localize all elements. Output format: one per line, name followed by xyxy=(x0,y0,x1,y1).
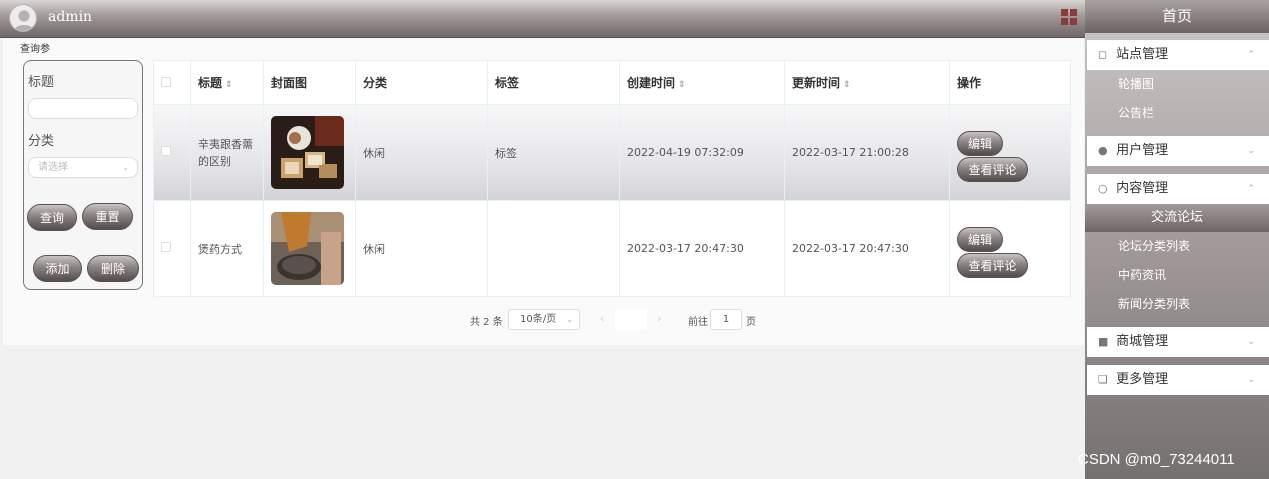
page-size-value: 10条/页 xyxy=(520,314,557,325)
watermark: CSDN @m0_73244011 xyxy=(1078,451,1235,468)
sidebar-group-more[interactable]: ❑ 更多管理 ⌄ xyxy=(1087,365,1269,395)
user-icon: ● xyxy=(1098,144,1108,157)
view-comments-button[interactable]: 查看评论 xyxy=(957,252,1028,278)
row-checkbox[interactable] xyxy=(161,242,171,252)
chevron-down-icon: ⌄ xyxy=(1247,375,1255,385)
pagination-total: 共 2 条 xyxy=(470,317,503,328)
row-updated: 2022-03-17 21:00:28 xyxy=(784,104,950,201)
column-header-title[interactable]: 标题 ⇕ xyxy=(190,60,264,105)
chevron-down-icon: ⌄ xyxy=(1247,337,1255,347)
edit-button[interactable]: 编辑 xyxy=(957,130,1003,156)
row-tag xyxy=(487,200,620,297)
username: admin xyxy=(48,9,93,25)
select-all-cell[interactable] xyxy=(153,60,191,105)
row-actions: 编辑 查看评论 xyxy=(957,219,1070,279)
category-select[interactable]: 请选择 ⌄ xyxy=(28,157,138,178)
row-actions: 编辑 查看评论 xyxy=(957,123,1070,183)
bag-icon: ■ xyxy=(1098,335,1109,348)
user-avatar-icon[interactable] xyxy=(9,4,37,32)
row-updated: 2022-03-17 20:47:30 xyxy=(784,200,950,297)
goto-label: 前往 xyxy=(688,317,708,328)
next-page-icon[interactable]: › xyxy=(657,312,661,325)
sidebar-item-herb-news[interactable]: 中药资讯 xyxy=(1085,261,1269,290)
pagination: 共 2 条 10条/页 ⌄ ‹ › 前往 1 页 xyxy=(3,309,1084,331)
title-label: 标题 xyxy=(28,75,55,90)
edit-button[interactable]: 编辑 xyxy=(957,226,1003,252)
category-placeholder: 请选择 xyxy=(38,162,68,173)
sort-icon[interactable]: ⇕ xyxy=(678,80,686,90)
sidebar-group-site[interactable]: ◻ 站点管理 ⌃ xyxy=(1087,40,1269,70)
top-header: admin xyxy=(0,0,1085,38)
sidebar-home[interactable]: 首页 xyxy=(1085,0,1269,33)
sidebar-item-notice[interactable]: 公告栏 xyxy=(1085,99,1269,128)
page-unit-label: 页 xyxy=(746,317,756,328)
category-label: 分类 xyxy=(28,134,55,149)
search-panel: 标题 分类 请选择 ⌄ 查询 重置 添加 删除 xyxy=(23,60,143,290)
sidebar-group-label: 内容管理 xyxy=(1116,181,1169,196)
page-size-select[interactable]: 10条/页 ⌄ xyxy=(508,309,580,330)
row-title: 辛夷跟香薷的区别 xyxy=(190,104,264,201)
sidebar-item-forum-categories[interactable]: 论坛分类列表 xyxy=(1085,232,1269,261)
chevron-up-icon: ⌃ xyxy=(1247,184,1255,194)
chevron-down-icon: ⌄ xyxy=(122,163,129,172)
row-title: 煲药方式 xyxy=(190,200,264,297)
page-number-area xyxy=(615,309,647,330)
column-header-cover: 封面图 xyxy=(263,60,356,105)
sidebar-group-content[interactable]: ○ 内容管理 ⌃ xyxy=(1087,174,1269,204)
table-row: 辛夷跟香薷的区别 休闲 标签 2022-04-19 07:32:09 2022-… xyxy=(153,104,1071,201)
cover-image[interactable] xyxy=(271,212,344,285)
row-category: 休闲 xyxy=(355,104,488,201)
reset-button[interactable]: 重置 xyxy=(82,203,133,230)
row-category: 休闲 xyxy=(355,200,488,297)
sidebar-group-label: 更多管理 xyxy=(1116,372,1169,387)
sidebar-item-news-categories[interactable]: 新闻分类列表 xyxy=(1085,290,1269,319)
sort-icon[interactable]: ⇕ xyxy=(843,80,851,90)
column-header-category: 分类 xyxy=(355,60,488,105)
goto-page-input[interactable]: 1 xyxy=(710,309,742,330)
row-tag: 标签 xyxy=(487,104,620,201)
sidebar-item-forum[interactable]: 交流论坛 xyxy=(1085,204,1269,232)
chevron-down-icon: ⌄ xyxy=(566,315,573,324)
sidebar-group-label: 用户管理 xyxy=(1116,143,1169,158)
sort-icon[interactable]: ⇕ xyxy=(225,80,233,90)
sidebar-item-carousel[interactable]: 轮播图 xyxy=(1085,70,1269,99)
row-created: 2022-03-17 20:47:30 xyxy=(619,200,785,297)
prev-page-icon[interactable]: ‹ xyxy=(600,312,604,325)
add-button[interactable]: 添加 xyxy=(33,255,82,282)
column-header-updated[interactable]: 更新时间 ⇕ xyxy=(784,60,950,105)
column-header-created[interactable]: 创建时间 ⇕ xyxy=(619,60,785,105)
sidebar-group-label: 商城管理 xyxy=(1116,334,1169,349)
table-header-row: 标题 ⇕ 封面图 分类 标签 创建时间 ⇕ 更新时间 ⇕ 操作 xyxy=(153,60,1071,105)
select-all-checkbox[interactable] xyxy=(161,76,171,87)
column-header-actions: 操作 xyxy=(949,60,1071,105)
data-table: 标题⇕ 封面图 分类 标签 创建时间⇕ 更新时间⇕ 操作 辛夷跟香薷的区别 xyxy=(153,60,1071,297)
row-created: 2022-04-19 07:32:09 xyxy=(619,104,785,201)
monitor-icon: ◻ xyxy=(1098,48,1108,61)
delete-button[interactable]: 删除 xyxy=(87,255,139,282)
search-section-label: 查询参 xyxy=(20,44,50,55)
table-row: 煲药方式 休闲 2022-03-17 20:47:30 2022-03-17 2… xyxy=(153,200,1071,297)
view-comments-button[interactable]: 查看评论 xyxy=(957,156,1028,182)
query-button[interactable]: 查询 xyxy=(27,204,77,231)
sidebar: 首页 ◻ 站点管理 ⌃ 轮播图 公告栏 ● 用户管理 ⌄ ○ 内容管理 ⌃ 交流… xyxy=(1085,0,1269,479)
title-input[interactable] xyxy=(28,98,138,119)
chat-icon: ○ xyxy=(1098,182,1108,195)
sidebar-group-shop[interactable]: ■ 商城管理 ⌄ xyxy=(1087,327,1269,357)
sidebar-group-users[interactable]: ● 用户管理 ⌄ xyxy=(1087,136,1269,166)
copy-icon: ❑ xyxy=(1098,373,1108,386)
main-content: 查询参 标题 分类 请选择 ⌄ 查询 重置 添加 删除 标题 ⇕ 封面图 分类 标… xyxy=(3,39,1084,345)
chevron-up-icon: ⌃ xyxy=(1247,50,1255,60)
sidebar-group-label: 站点管理 xyxy=(1116,47,1169,62)
column-header-tag: 标签 xyxy=(487,60,620,105)
row-checkbox[interactable] xyxy=(161,146,171,156)
grid-menu-icon[interactable] xyxy=(1061,9,1077,25)
cover-image[interactable] xyxy=(271,116,344,189)
chevron-down-icon: ⌄ xyxy=(1247,146,1255,156)
